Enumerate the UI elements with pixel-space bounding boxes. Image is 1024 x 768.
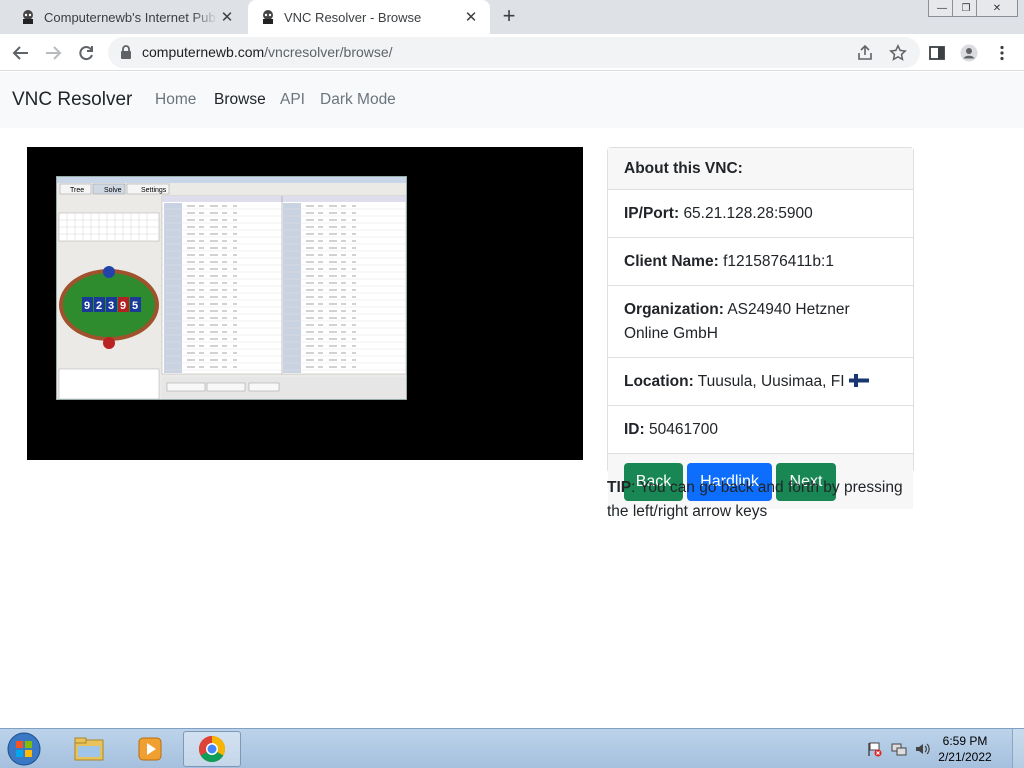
clock-date: 2/21/2022 bbox=[938, 750, 992, 764]
card: 5 bbox=[132, 300, 138, 312]
nav-home[interactable]: Home bbox=[155, 91, 196, 109]
share-icon[interactable] bbox=[856, 44, 874, 62]
site-brand[interactable]: VNC Resolver bbox=[12, 89, 132, 111]
nav-browse[interactable]: Browse bbox=[214, 91, 266, 109]
tab-computernewb[interactable]: Computernewb's Internet Pub Hu ✕ bbox=[8, 0, 246, 34]
clock-time: 6:59 PM bbox=[942, 734, 988, 748]
ip-port-row: IP/Port: 65.21.128.28:5900 bbox=[608, 190, 913, 238]
card: 2 bbox=[96, 300, 102, 312]
action-center-flag-icon[interactable] bbox=[866, 741, 882, 757]
organization-label: Organization: bbox=[624, 301, 724, 318]
id-label: ID: bbox=[624, 421, 645, 438]
address-bar[interactable]: computernewb.com/vncresolver/browse/ bbox=[108, 37, 920, 68]
taskbar-media-player[interactable] bbox=[121, 731, 179, 767]
organization-row: Organization: AS24940 Hetzner Online Gmb… bbox=[608, 286, 913, 358]
location-label: Location: bbox=[624, 373, 694, 390]
card: 9 bbox=[120, 300, 126, 312]
profile-avatar-icon[interactable] bbox=[960, 44, 978, 62]
poker-solver-window: Tree Solve Settings 9 2 3 9 5 bbox=[57, 177, 406, 399]
location-value: Tuusula, Uusimaa, FI bbox=[697, 373, 845, 390]
start-button[interactable] bbox=[4, 731, 44, 767]
side-panel-icon[interactable] bbox=[928, 44, 946, 62]
id-value: 50461700 bbox=[648, 421, 718, 438]
bookmark-star-icon[interactable] bbox=[889, 44, 907, 62]
app-tab-solve: Solve bbox=[104, 187, 122, 194]
tab-strip: Computernewb's Internet Pub Hu ✕ VNC Res… bbox=[0, 0, 1024, 34]
computernewb-favicon-icon bbox=[23, 10, 33, 24]
tab-title: Computernewb's Internet Pub Hu bbox=[44, 9, 218, 25]
windows-logo-icon bbox=[7, 732, 41, 766]
app-tab-settings: Settings bbox=[141, 187, 167, 194]
location-row: Location: Tuusula, Uusimaa, FI bbox=[608, 358, 913, 406]
client-name-label: Client Name: bbox=[624, 253, 719, 270]
nav-api[interactable]: API bbox=[280, 91, 305, 109]
card-header: About this VNC: bbox=[608, 148, 913, 190]
board-cards: 9 2 3 9 5 bbox=[82, 297, 141, 312]
tip-body: : You can go back and forth by pressing … bbox=[607, 479, 903, 520]
chrome-icon bbox=[198, 735, 226, 763]
client-name-value: f1215876411b:1 bbox=[723, 253, 834, 270]
windows-taskbar: 6:59 PM 2/21/2022 bbox=[0, 728, 1024, 768]
vnc-screenshot: Tree Solve Settings 9 2 3 9 5 bbox=[27, 147, 583, 460]
kebab-menu-icon[interactable] bbox=[993, 44, 1011, 62]
close-icon[interactable]: ✕ bbox=[462, 8, 480, 26]
network-icon[interactable] bbox=[891, 741, 907, 757]
range-grid bbox=[58, 212, 160, 242]
tab-vnc-resolver[interactable]: VNC Resolver - Browse ✕ bbox=[248, 0, 490, 34]
reload-icon[interactable] bbox=[75, 42, 97, 64]
browser-toolbar: computernewb.com/vncresolver/browse/ bbox=[0, 34, 1024, 71]
forward-arrow-icon[interactable] bbox=[42, 42, 64, 64]
media-player-icon bbox=[138, 737, 162, 761]
tab-title: VNC Resolver - Browse bbox=[284, 9, 422, 25]
url-path: /vncresolver/browse/ bbox=[264, 44, 393, 60]
url-host: computernewb.com bbox=[142, 44, 265, 60]
finland-flag-icon bbox=[848, 374, 869, 387]
strategy-table bbox=[161, 195, 406, 375]
lock-icon[interactable] bbox=[120, 45, 132, 59]
nav-dark-mode[interactable]: Dark Mode bbox=[320, 91, 396, 109]
vnc-screenshot-content: Tree Solve Settings 9 2 3 9 5 bbox=[56, 176, 407, 400]
id-row: ID: 50461700 bbox=[608, 406, 913, 454]
folder-icon bbox=[74, 737, 104, 761]
card: 9 bbox=[84, 300, 90, 312]
app-tab-tree: Tree bbox=[70, 187, 84, 194]
taskbar-explorer[interactable] bbox=[60, 731, 118, 767]
ip-port-label: IP/Port: bbox=[624, 205, 680, 222]
url-text: computernewb.com/vncresolver/browse/ bbox=[142, 44, 393, 60]
new-tab-icon[interactable]: + bbox=[498, 5, 520, 28]
card: 3 bbox=[108, 300, 114, 312]
computernewb-favicon-icon bbox=[263, 10, 273, 24]
client-name-row: Client Name: f1215876411b:1 bbox=[608, 238, 913, 286]
close-icon[interactable]: ✕ bbox=[218, 8, 236, 26]
system-clock[interactable]: 6:59 PM 2/21/2022 bbox=[930, 733, 1000, 765]
about-vnc-card: About this VNC: IP/Port: 65.21.128.28:59… bbox=[607, 147, 914, 509]
show-desktop-button[interactable] bbox=[1012, 729, 1024, 768]
back-arrow-icon[interactable] bbox=[10, 42, 32, 64]
tip-label: TIP bbox=[607, 479, 632, 496]
ip-port-value: 65.21.128.28:5900 bbox=[683, 205, 813, 222]
tip-text: TIP: You can go back and forth by pressi… bbox=[607, 476, 917, 524]
window-close-icon[interactable]: ✕ bbox=[976, 0, 1018, 17]
site-navbar: VNC Resolver Home Browse API Dark Mode bbox=[0, 72, 1024, 128]
volume-icon[interactable] bbox=[914, 741, 930, 757]
taskbar-chrome[interactable] bbox=[183, 731, 241, 767]
